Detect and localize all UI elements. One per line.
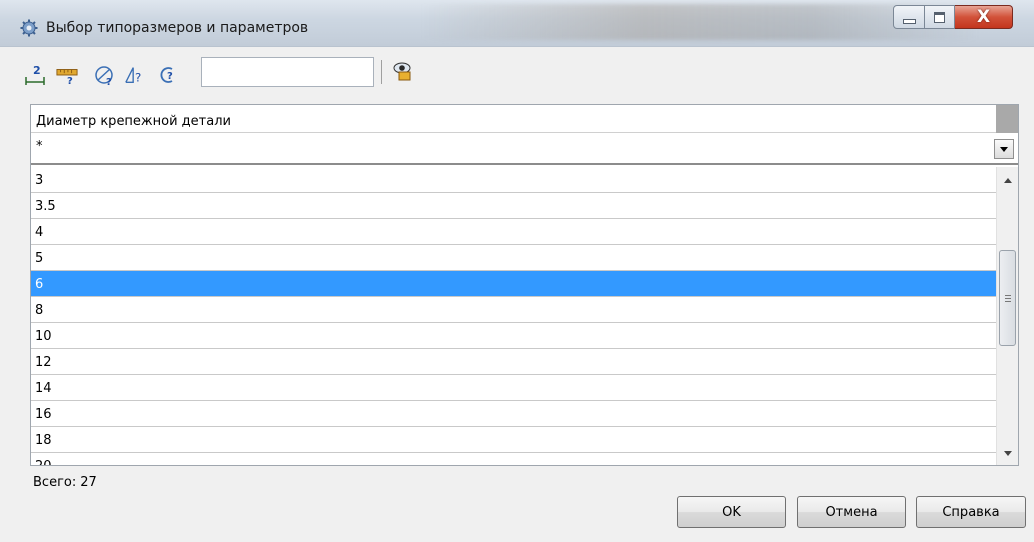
list-item[interactable]: 18 xyxy=(31,427,996,453)
ruler-query-icon[interactable]: ? xyxy=(56,64,78,86)
minimize-button[interactable] xyxy=(893,5,925,29)
svg-text:?: ? xyxy=(167,71,173,82)
triangle-query-icon[interactable]: ? xyxy=(124,64,146,86)
total-label: Всего: xyxy=(33,475,77,490)
list-item[interactable]: 10 xyxy=(31,323,996,349)
angle-query-icon[interactable]: ? xyxy=(94,64,116,86)
close-icon: X xyxy=(976,6,991,27)
close-button[interactable]: X xyxy=(955,5,1013,29)
total-value: 27 xyxy=(80,475,97,490)
window-title: Выбор типоразмеров и параметров xyxy=(46,20,309,36)
scroll-down-icon[interactable] xyxy=(1004,451,1012,456)
list-item[interactable]: 8 xyxy=(31,297,996,323)
grip-line xyxy=(1005,295,1011,296)
toolbar xyxy=(0,50,1034,94)
cancel-button[interactable]: Отмена xyxy=(797,496,906,528)
rows-list: 3 3.5 4 5 6 8 10 12 14 16 18 20 xyxy=(31,167,996,465)
help-button[interactable]: Справка xyxy=(916,496,1026,528)
svg-text:?: ? xyxy=(106,77,112,86)
minimize-icon xyxy=(902,18,916,24)
grip-line xyxy=(1005,301,1011,302)
svg-text:?: ? xyxy=(67,76,73,86)
size-query-icon[interactable]: 2 xyxy=(24,64,46,86)
view-icon[interactable] xyxy=(392,60,414,82)
list-item[interactable]: 14 xyxy=(31,375,996,401)
filter-value[interactable]: * xyxy=(36,139,43,154)
list-item[interactable]: 5 xyxy=(31,245,996,271)
list-item[interactable]: 3.5 xyxy=(31,193,996,219)
list-item-selected[interactable]: 6 xyxy=(31,271,996,297)
ok-button[interactable]: OK xyxy=(677,496,786,528)
svg-text:?: ? xyxy=(135,70,141,84)
svg-text:2: 2 xyxy=(33,64,41,77)
grip-line xyxy=(1005,298,1011,299)
chevron-down-icon xyxy=(1000,146,1008,152)
scroll-up-icon[interactable] xyxy=(1004,178,1012,183)
copy-query-icon[interactable]: ? xyxy=(158,64,180,86)
list-item[interactable]: 12 xyxy=(31,349,996,375)
maximize-button[interactable] xyxy=(925,5,955,29)
dialog-window: Выбор типоразмеров и параметров X 2 ? ? xyxy=(0,0,1034,542)
scroll-thumb[interactable] xyxy=(999,250,1016,346)
list-item[interactable]: 16 xyxy=(31,401,996,427)
toolbar-separator xyxy=(381,60,382,84)
filter-dropdown-button[interactable] xyxy=(994,139,1014,159)
maximize-icon xyxy=(934,11,945,23)
filter-row: * xyxy=(31,133,1018,165)
total-count: Всего: 27 xyxy=(33,475,97,490)
list-item[interactable]: 20 xyxy=(31,453,996,465)
search-input[interactable] xyxy=(201,57,374,87)
gear-icon xyxy=(20,19,38,37)
list-item[interactable]: 4 xyxy=(31,219,996,245)
vertical-scrollbar[interactable] xyxy=(996,167,1018,465)
header-corner xyxy=(996,105,1018,133)
column-header[interactable]: Диаметр крепежной детали xyxy=(31,105,996,133)
list-item[interactable]: 3 xyxy=(31,167,996,193)
